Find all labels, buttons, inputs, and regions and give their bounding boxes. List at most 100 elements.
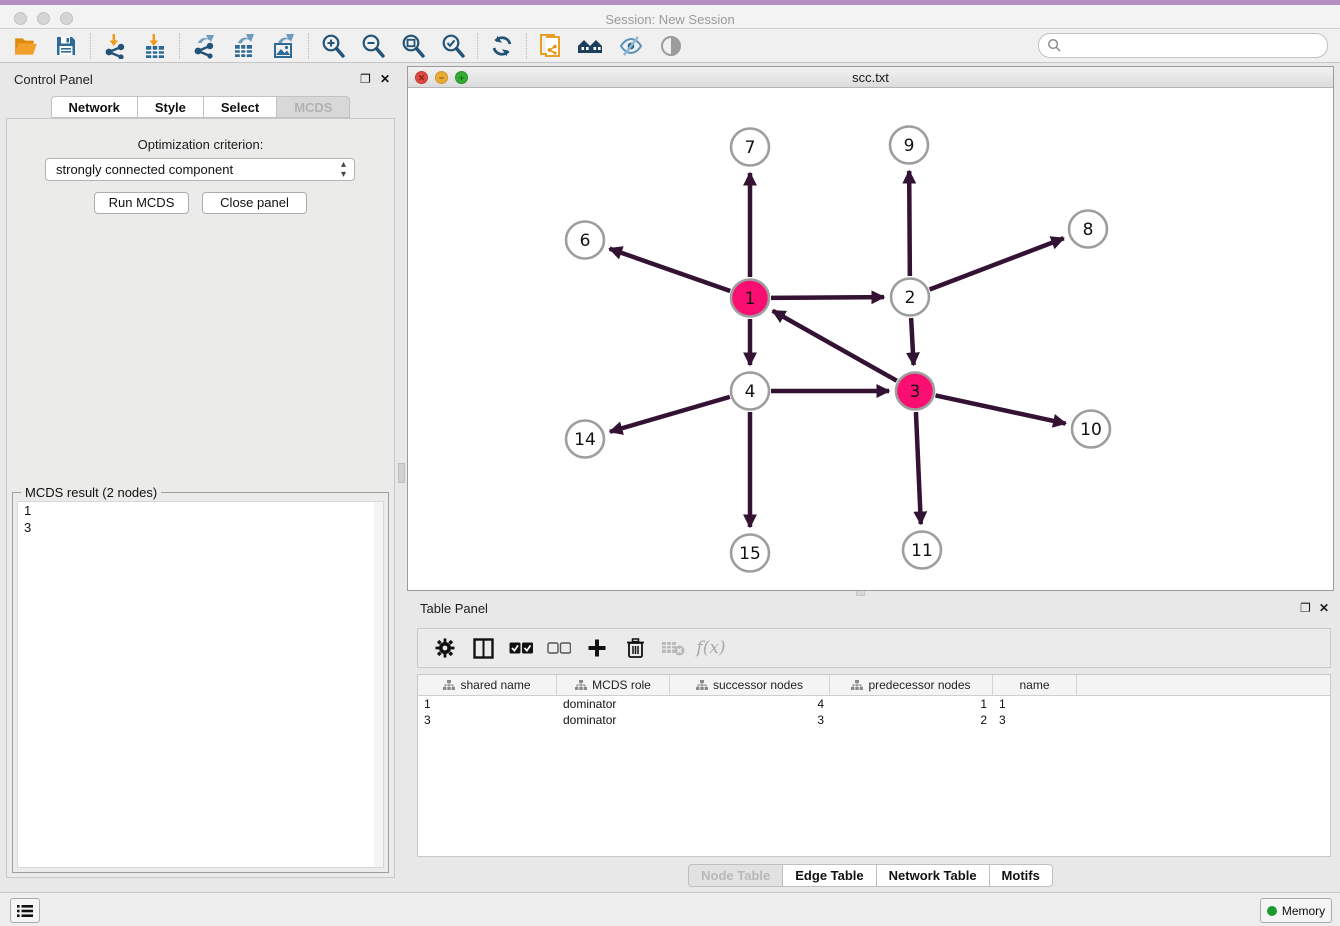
optimization-criterion-value: strongly connected component [56, 162, 233, 177]
graph-edge-1-2[interactable] [771, 297, 884, 298]
window-title: Session: New Session [0, 10, 1340, 30]
tab-network[interactable]: Network [51, 96, 137, 118]
graph-edge-3-11[interactable] [916, 412, 921, 524]
table-row[interactable]: 3 dominator 3 2 3 [418, 712, 1330, 728]
clone-network-icon[interactable] [531, 31, 571, 61]
select-all-checks-icon[interactable] [502, 633, 540, 663]
delete-column-icon[interactable] [616, 633, 654, 663]
float-panel-icon[interactable]: ❐ [360, 72, 371, 86]
table-panel-title: Table Panel [420, 601, 488, 616]
graph-node-label-3: 3 [910, 382, 921, 402]
tab-node-table[interactable]: Node Table [688, 864, 782, 887]
tab-network-table[interactable]: Network Table [876, 864, 989, 887]
settings-gear-icon[interactable] [426, 633, 464, 663]
hide-show-icon[interactable] [611, 31, 651, 61]
open-session-icon[interactable] [6, 31, 46, 61]
table-toolbar: f(x) [417, 628, 1331, 668]
graph-node-label-1: 1 [745, 289, 756, 309]
network-graph[interactable]: 7968124314101511 [408, 89, 1333, 590]
search-input[interactable] [1038, 33, 1328, 58]
graph-node-label-10: 10 [1080, 420, 1102, 440]
tab-motifs[interactable]: Motifs [989, 864, 1053, 887]
refresh-icon[interactable] [482, 31, 522, 61]
fx-label: f(x) [696, 638, 725, 658]
select-stepper-icon: ▴▾ [341, 160, 346, 180]
table-panel-header: Table Panel ❐ ✕ [407, 597, 1334, 625]
column-selector-icon[interactable] [464, 633, 502, 663]
import-network-icon[interactable] [95, 31, 135, 61]
node-table[interactable]: shared name MCDS role successor nodes pr… [417, 674, 1331, 857]
table-float-icon[interactable]: ❐ [1300, 601, 1311, 615]
network-window-title: scc.txt [408, 67, 1333, 88]
network-view-window: ✕ − + scc.txt 7968124314101511 [407, 66, 1334, 591]
mcds-result-groupbox: MCDS result (2 nodes) 1 3 [12, 492, 389, 873]
task-history-button[interactable] [10, 898, 40, 923]
hierarchy-icon [696, 680, 708, 691]
import-table-icon[interactable] [135, 31, 175, 61]
add-column-icon[interactable] [578, 633, 616, 663]
memory-label: Memory [1282, 904, 1325, 918]
titlebar: Session: New Session [0, 5, 1340, 29]
graph-edge-1-6[interactable] [610, 249, 731, 291]
zoom-in-icon[interactable] [313, 31, 353, 61]
preview-eye-icon[interactable] [651, 31, 691, 61]
export-table-icon[interactable] [224, 31, 264, 61]
optimization-criterion-select[interactable]: strongly connected component ▴▾ [45, 158, 355, 181]
tab-mcds[interactable]: MCDS [276, 96, 350, 118]
mcds-result-line: 1 [18, 502, 383, 519]
graph-edge-2-8[interactable] [930, 238, 1064, 289]
column-header-predecessor-nodes[interactable]: predecessor nodes [830, 675, 993, 695]
graph-node-label-14: 14 [574, 430, 596, 450]
result-scrollbar[interactable] [374, 502, 383, 867]
graph-edge-4-14[interactable] [610, 397, 730, 432]
zoom-selected-icon[interactable] [433, 31, 473, 61]
main-toolbar [0, 29, 1340, 63]
table-close-icon[interactable]: ✕ [1319, 601, 1329, 615]
hierarchy-icon [443, 680, 455, 691]
memory-status-icon [1267, 906, 1277, 916]
run-mcds-button[interactable]: Run MCDS [94, 192, 189, 214]
tab-style[interactable]: Style [137, 96, 203, 118]
network-window-titlebar[interactable]: ✕ − + scc.txt [408, 67, 1333, 88]
column-header-mcds-role[interactable]: MCDS role [557, 675, 670, 695]
mcds-result-textarea[interactable]: 1 3 [17, 501, 384, 868]
column-header-successor-nodes[interactable]: successor nodes [670, 675, 830, 695]
first-neighbors-icon[interactable] [571, 31, 611, 61]
graph-node-label-8: 8 [1083, 220, 1094, 240]
save-session-icon[interactable] [46, 31, 86, 61]
mcds-result-title: MCDS result (2 nodes) [21, 485, 161, 500]
mcds-result-line: 3 [18, 519, 383, 536]
delete-table-icon[interactable] [654, 633, 692, 663]
column-header-name[interactable]: name [993, 675, 1077, 695]
graph-node-label-9: 9 [904, 136, 915, 156]
close-panel-button[interactable]: Close panel [202, 192, 307, 214]
zoom-out-icon[interactable] [353, 31, 393, 61]
export-image-icon[interactable] [264, 31, 304, 61]
column-header-shared-name[interactable]: shared name [418, 675, 557, 695]
deselect-all-checks-icon[interactable] [540, 633, 578, 663]
control-panel-title: Control Panel [14, 72, 93, 87]
export-network-icon[interactable] [184, 31, 224, 61]
search-icon [1047, 38, 1062, 53]
status-bar: Memory [0, 892, 1340, 926]
graph-node-label-4: 4 [745, 382, 756, 402]
tab-select[interactable]: Select [203, 96, 276, 118]
memory-button[interactable]: Memory [1260, 898, 1332, 923]
graph-node-label-7: 7 [745, 138, 756, 158]
control-panel-tabs: Network Style Select MCDS [0, 96, 401, 118]
graph-edge-3-10[interactable] [936, 395, 1066, 423]
table-panel-tabs: Node Table Edge Table Network Table Moti… [407, 864, 1334, 887]
network-canvas[interactable]: 7968124314101511 [408, 89, 1333, 590]
graph-edge-2-9[interactable] [909, 171, 910, 276]
table-header-row: shared name MCDS role successor nodes pr… [418, 675, 1330, 696]
function-builder-icon[interactable]: f(x) [692, 633, 730, 663]
vertical-splitter-handle[interactable] [398, 463, 405, 483]
close-panel-icon[interactable]: ✕ [380, 72, 390, 86]
table-row[interactable]: 1 dominator 4 1 1 [418, 696, 1330, 712]
graph-node-label-6: 6 [580, 231, 591, 251]
graph-edge-3-1[interactable] [773, 311, 897, 381]
tab-edge-table[interactable]: Edge Table [782, 864, 875, 887]
graph-node-label-2: 2 [905, 288, 916, 308]
graph-edge-2-3[interactable] [911, 318, 914, 365]
zoom-fit-icon[interactable] [393, 31, 433, 61]
